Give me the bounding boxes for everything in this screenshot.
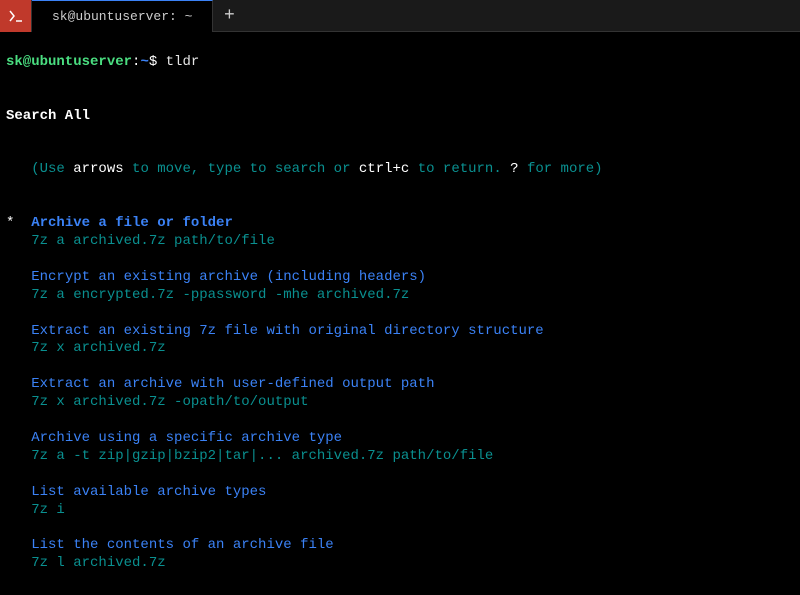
entry-command: 7z a -t zip|gzip|bzip2|tar|... archived.…: [31, 448, 493, 464]
terminal-icon[interactable]: [0, 0, 32, 32]
list-item[interactable]: List the contents of an archive file 7z …: [6, 537, 794, 573]
list-item[interactable]: Archive using a specific archive type 7z…: [6, 430, 794, 466]
tab-title: sk@ubuntuserver: ~: [52, 9, 192, 24]
search-header: Search All: [6, 108, 90, 124]
entry-command: 7z a archived.7z path/to/file: [31, 233, 275, 249]
entry-command: 7z a encrypted.7z -ppassword -mhe archiv…: [31, 287, 409, 303]
entry-description: Encrypt an existing archive (including h…: [31, 269, 426, 285]
terminal-content[interactable]: sk@ubuntuserver:~$ tldr Search All (Use …: [0, 32, 800, 595]
tab-bar: sk@ubuntuserver: ~ +: [0, 0, 800, 32]
tab-active[interactable]: sk@ubuntuserver: ~: [32, 0, 213, 32]
list-item[interactable]: * Archive a file or folder 7z a archived…: [6, 215, 794, 251]
list-item[interactable]: Encrypt an existing archive (including h…: [6, 269, 794, 305]
selector-marker: *: [6, 215, 31, 231]
entry-command: 7z x archived.7z -opath/to/output: [31, 394, 308, 410]
entry-description: List the contents of an archive file: [31, 537, 333, 553]
entry-command: 7z x archived.7z: [31, 340, 165, 356]
new-tab-button[interactable]: +: [213, 0, 245, 32]
prompt-userhost: sk@ubuntuserver: [6, 54, 132, 70]
entry-description: List available archive types: [31, 484, 266, 500]
entry-command: 7z i: [31, 502, 65, 518]
prompt-path: ~: [140, 54, 148, 70]
hint-line: (Use arrows to move, type to search or c…: [6, 161, 603, 177]
list-item[interactable]: Extract an existing 7z file with origina…: [6, 323, 794, 359]
list-item[interactable]: Extract an archive with user-defined out…: [6, 376, 794, 412]
entry-description: Archive a file or folder: [31, 215, 233, 231]
entry-description: Extract an archive with user-defined out…: [31, 376, 434, 392]
entry-command: 7z l archived.7z: [31, 555, 165, 571]
list-item[interactable]: List available archive types 7z i: [6, 484, 794, 520]
entry-description: Extract an existing 7z file with origina…: [31, 323, 543, 339]
entry-description: Archive using a specific archive type: [31, 430, 342, 446]
entries-list: * Archive a file or folder 7z a archived…: [6, 215, 794, 573]
prompt-command: tldr: [166, 54, 200, 70]
prompt-dollar: $: [149, 54, 157, 70]
plus-icon: +: [224, 6, 235, 26]
